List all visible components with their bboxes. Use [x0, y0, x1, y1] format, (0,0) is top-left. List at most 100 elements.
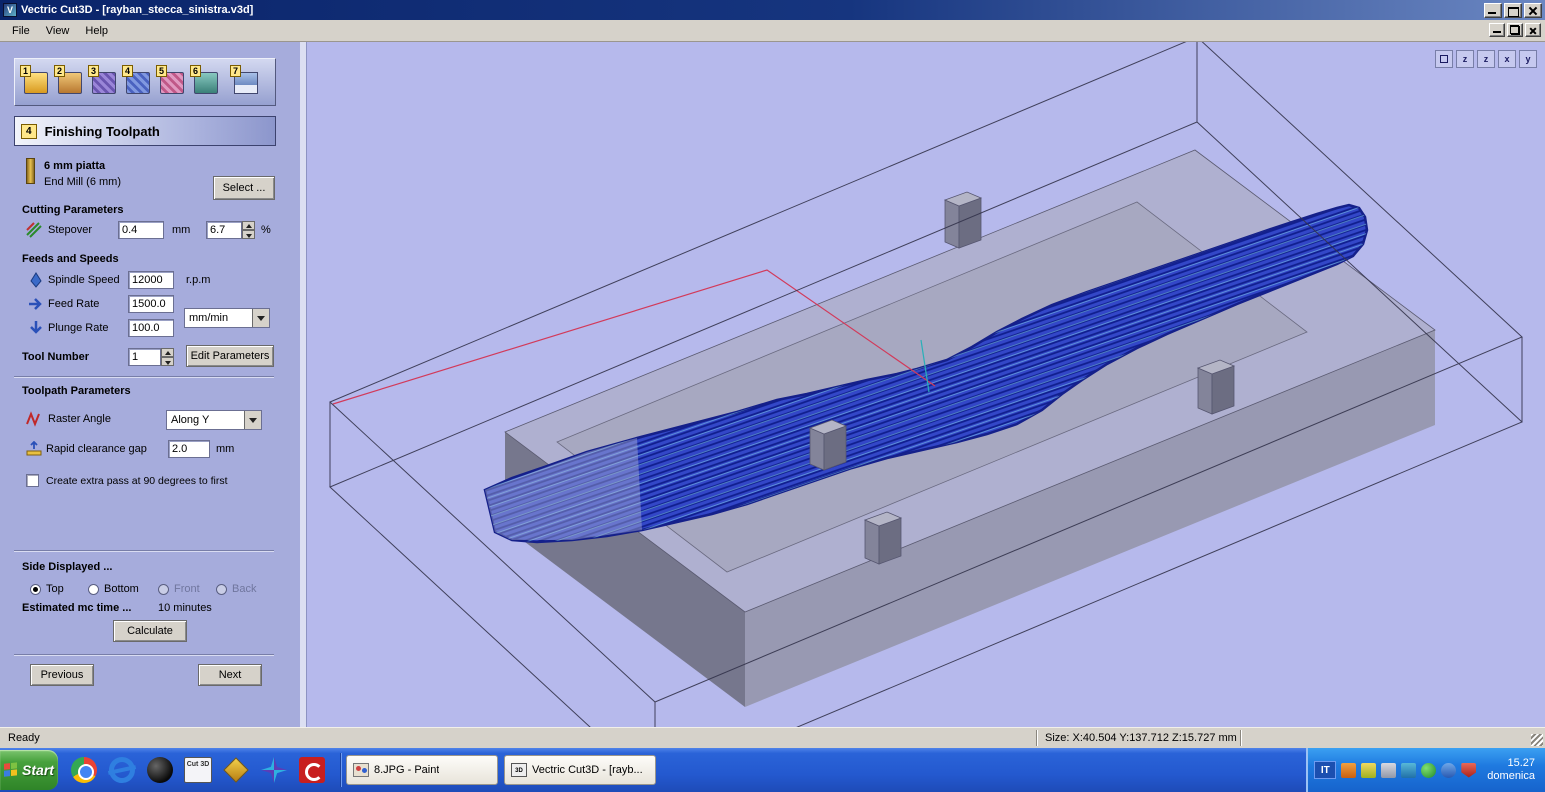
clearance-gap-input[interactable] — [168, 440, 210, 458]
feeds-title: Feeds and Speeds — [22, 253, 119, 265]
end-mill-icon — [26, 158, 35, 184]
select-tool-button[interactable]: Select ... — [213, 176, 275, 200]
spindle-speed-input[interactable] — [128, 271, 174, 289]
panel-title: Finishing Toolpath — [44, 123, 160, 139]
side-bottom-radio[interactable] — [88, 584, 99, 595]
spindle-speed-unit: r.p.m — [186, 274, 211, 286]
stepover-input[interactable] — [118, 221, 164, 239]
stepover-percent-input[interactable] — [206, 221, 242, 239]
tray-display-icon[interactable] — [1401, 762, 1417, 778]
plunge-rate-input[interactable] — [128, 319, 174, 337]
step-4-finishing-button[interactable]: 4 — [122, 65, 153, 98]
viewport-3d[interactable]: z z x y — [307, 42, 1545, 727]
menu-file[interactable]: File — [4, 23, 38, 39]
toolpath-panel: 1 2 3 4 5 6 7 4 Finishing Toolpath 6 mm … — [0, 42, 300, 727]
spin-up-button[interactable] — [242, 221, 255, 230]
compass-icon[interactable] — [258, 754, 290, 786]
edit-parameters-button[interactable]: Edit Parameters — [186, 345, 274, 367]
menu-view[interactable]: View — [38, 23, 78, 39]
minimize-button[interactable] — [1484, 2, 1502, 18]
start-label: Start — [22, 762, 54, 778]
view-up-z-icon[interactable]: z — [1477, 50, 1495, 68]
divider — [14, 654, 274, 656]
resize-grip[interactable] — [1531, 734, 1543, 746]
view-along-y-icon[interactable]: y — [1519, 50, 1537, 68]
cutting-parameters-title: Cutting Parameters — [22, 204, 124, 216]
spin-down-button[interactable] — [242, 230, 255, 239]
previous-button[interactable]: Previous — [30, 664, 94, 686]
tray-update-icon[interactable] — [1441, 762, 1457, 778]
step-2-orient-model-button[interactable]: 2 — [54, 65, 85, 98]
chevron-down-icon[interactable] — [244, 411, 261, 429]
tool-number-input[interactable] — [128, 348, 161, 366]
tray-green-icon[interactable] — [1421, 762, 1437, 778]
tray-chart-icon[interactable] — [1361, 762, 1377, 778]
toolpath-parameters-title: Toolpath Parameters — [22, 385, 131, 397]
close-button[interactable] — [1524, 2, 1542, 18]
cut3d-icon[interactable]: Cut 3D — [182, 754, 214, 786]
panel-splitter[interactable] — [300, 42, 307, 727]
size-readout: Size: X:40.504 Y:137.712 Z:15.727 mm — [1045, 732, 1237, 744]
view-toolbar: z z x y — [1435, 50, 1537, 68]
taskbar-separator — [340, 753, 342, 787]
chevron-down-icon[interactable] — [252, 309, 269, 327]
screen: V Vectric Cut3D - [rayban_stecca_sinistr… — [0, 0, 1545, 792]
menu-help[interactable]: Help — [77, 23, 116, 39]
task-button-cut3d[interactable]: 3D Vectric Cut3D - [rayb... — [504, 755, 656, 785]
clearance-gap-unit: mm — [216, 443, 235, 455]
tray-calculator-icon[interactable] — [1381, 762, 1397, 778]
steps-toolbar: 1 2 3 4 5 6 7 — [14, 58, 276, 106]
step-3-roughing-button[interactable]: 3 — [88, 65, 119, 98]
quick-launch: Cut 3D — [60, 754, 336, 786]
side-front-radio[interactable] — [158, 584, 169, 595]
maximize-button[interactable] — [1504, 2, 1522, 18]
app-icon: V — [3, 3, 17, 17]
raster-angle-dropdown[interactable]: Along Y — [166, 410, 262, 430]
raster-angle-label: Raster Angle — [48, 413, 111, 425]
extra-pass-label: Create extra pass at 90 degrees to first — [46, 475, 228, 487]
media-player-icon[interactable] — [144, 754, 176, 786]
side-back-radio[interactable] — [216, 584, 227, 595]
view-down-z-icon[interactable]: z — [1456, 50, 1474, 68]
iso-view-icon[interactable] — [1435, 50, 1453, 68]
extra-pass-checkbox[interactable] — [26, 474, 39, 487]
step-6-preview-button[interactable]: 6 — [190, 65, 221, 98]
clearance-gap-icon — [26, 441, 42, 456]
start-button[interactable]: Start — [0, 750, 58, 790]
view-along-x-icon[interactable]: x — [1498, 50, 1516, 68]
raster-angle-value: Along Y — [171, 414, 210, 426]
sketchup-icon[interactable] — [220, 754, 252, 786]
step-5-cutout-button[interactable]: 5 — [156, 65, 187, 98]
stepover-icon — [26, 222, 42, 238]
feed-units-dropdown[interactable]: mm/min — [184, 308, 270, 328]
side-top-radio[interactable] — [30, 584, 41, 595]
clock[interactable]: 15.27 domenica — [1487, 757, 1535, 783]
windows-flag-icon — [4, 762, 18, 777]
tray-shield-icon[interactable] — [1461, 762, 1477, 778]
feed-rate-input[interactable] — [128, 295, 174, 313]
statusbar: Ready Size: X:40.504 Y:137.712 Z:15.727 … — [0, 727, 1545, 748]
raster-angle-icon — [26, 411, 40, 427]
internet-explorer-icon[interactable] — [106, 754, 138, 786]
plunge-rate-icon — [30, 321, 42, 334]
stepover-label: Stepover — [48, 224, 93, 236]
post — [863, 511, 903, 565]
chrome-icon[interactable] — [68, 754, 100, 786]
step-1-load-model-button[interactable]: 1 — [20, 65, 51, 98]
spin-up-button[interactable] — [161, 348, 174, 357]
feed-units-value: mm/min — [189, 312, 229, 324]
status-separator — [1240, 730, 1242, 746]
stepover-percent-unit: % — [261, 224, 271, 236]
spin-down-button[interactable] — [161, 357, 174, 366]
child-restore-button[interactable] — [1507, 23, 1523, 37]
calculate-button[interactable]: Calculate — [113, 620, 187, 642]
child-minimize-button[interactable] — [1489, 23, 1505, 37]
tray-orange-icon[interactable] — [1341, 762, 1357, 778]
stepover-unit: mm — [172, 224, 191, 236]
child-close-button[interactable] — [1525, 23, 1541, 37]
step-7-save-button[interactable]: 7 — [230, 65, 261, 98]
language-indicator[interactable]: IT — [1314, 761, 1337, 779]
task-button-paint[interactable]: 8.JPG - Paint — [346, 755, 498, 785]
next-button[interactable]: Next — [198, 664, 262, 686]
pdf-reader-icon[interactable] — [296, 754, 328, 786]
